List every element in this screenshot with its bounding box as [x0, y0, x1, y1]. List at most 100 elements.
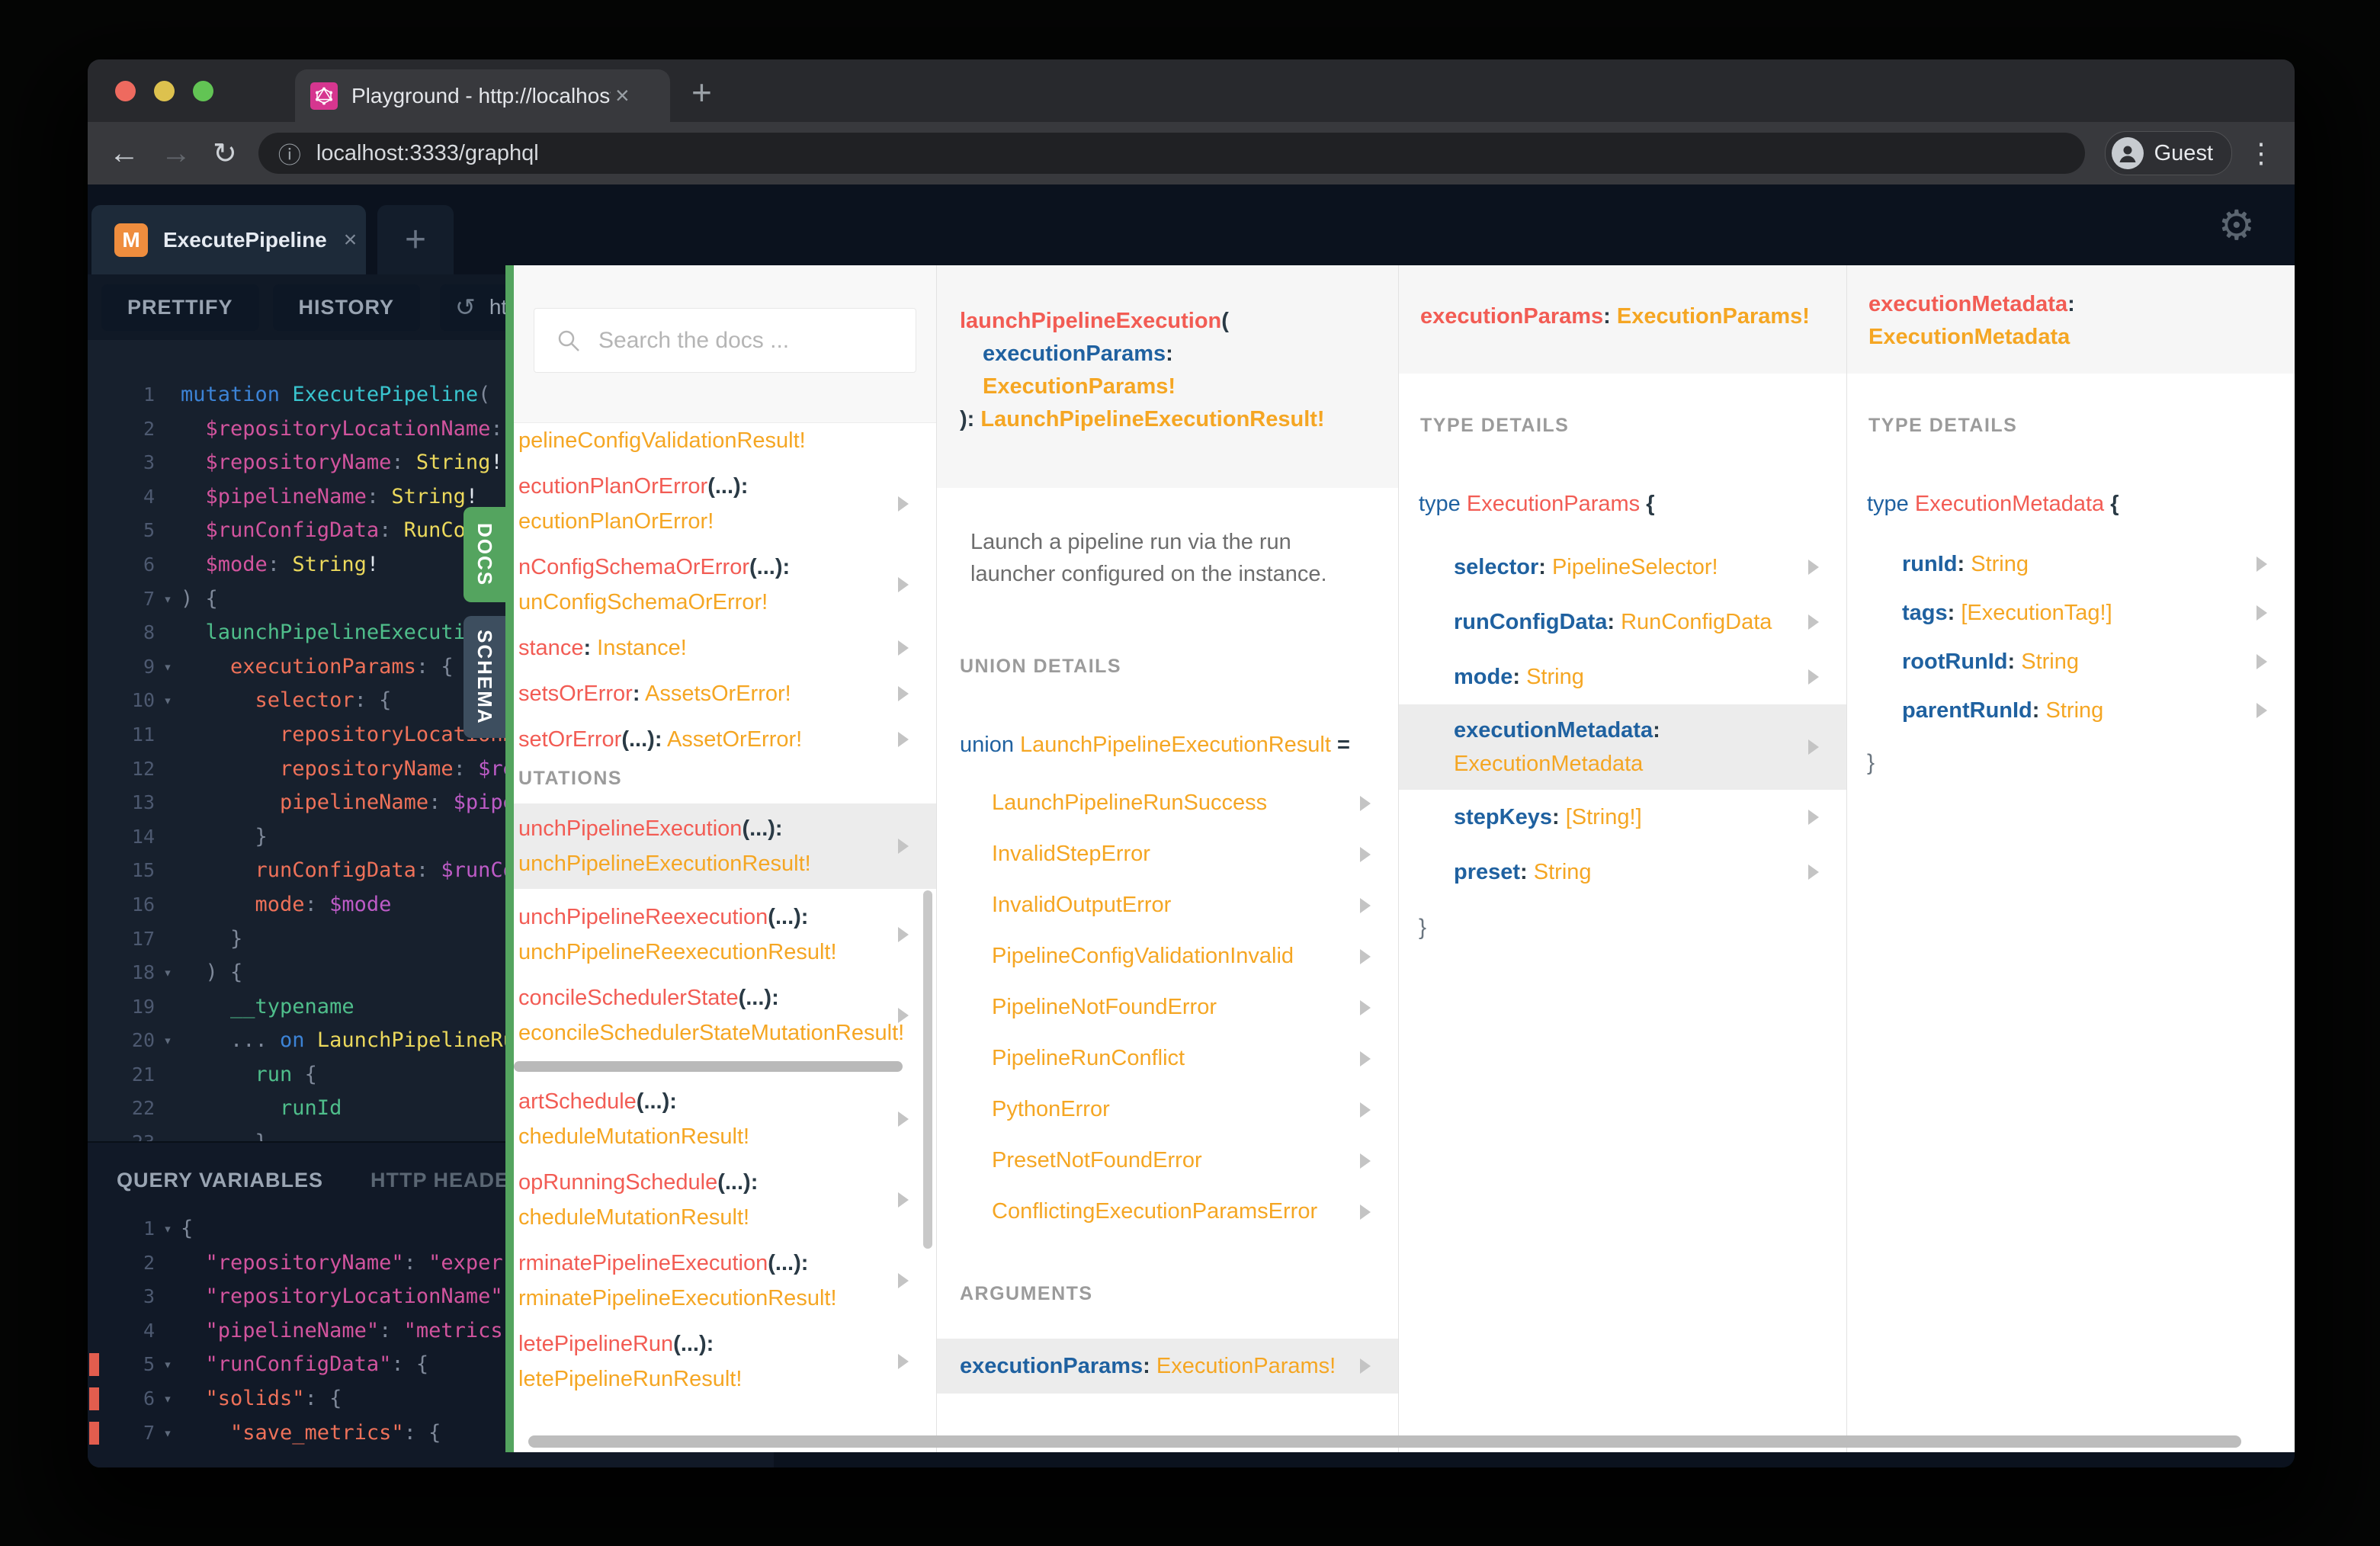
- type-field[interactable]: executionMetadata: ExecutionMetadata: [1399, 704, 1846, 790]
- type-declaration: type ExecutionParams {: [1419, 492, 1846, 517]
- prettify-button[interactable]: PRETTIFY: [101, 284, 259, 331]
- browser-tab[interactable]: Playground - http://localhost:3 ×: [295, 69, 670, 122]
- chevron-right-icon: [898, 1354, 909, 1369]
- union-member[interactable]: PythonError: [937, 1084, 1398, 1135]
- docs-item[interactable]: concileSchedulerState(...): econcileSched…: [514, 980, 936, 1050]
- url-bar[interactable]: ⓘ localhost:3333/graphql: [258, 133, 2085, 174]
- code-text: $pipelineName: String!: [181, 480, 479, 515]
- zoom-window-button[interactable]: [193, 81, 213, 101]
- type-field[interactable]: mode: String: [1399, 650, 1846, 704]
- union-member[interactable]: PipelineNotFoundError: [937, 982, 1398, 1033]
- code-token: (...):: [707, 474, 749, 499]
- docs-item-line: setOrError(...): AssetOrError!: [518, 722, 936, 757]
- docs-item[interactable]: unchPipelineExecution(...): unchPipelineE…: [514, 803, 936, 889]
- docs-item-line: rminatePipelineExecutionResult!: [518, 1281, 936, 1316]
- code-token: ExecutionParams!: [1610, 304, 1810, 329]
- site-info-icon[interactable]: ⓘ: [278, 136, 301, 170]
- type-field[interactable]: runId: String: [1847, 540, 2295, 589]
- browser-menu-icon[interactable]: ⋮: [2247, 137, 2275, 169]
- code-token: {: [1646, 492, 1655, 516]
- code-token: : {: [415, 654, 454, 678]
- field-signature-metadata: executionMetadata: ExecutionMetadata: [1847, 265, 2295, 374]
- docs-item[interactable]: letePipelineRun(...): letePipelineRunResu…: [514, 1326, 936, 1397]
- mutation-badge: M: [114, 223, 148, 257]
- forward-button[interactable]: →: [161, 136, 191, 171]
- fold-arrow-icon[interactable]: ▾: [155, 1024, 181, 1058]
- argument-row-selected[interactable]: executionParams: ExecutionParams!: [937, 1339, 1398, 1394]
- docs-item[interactable]: stance: Instance!: [514, 630, 936, 666]
- code-token: "save_metrics": [181, 1420, 404, 1445]
- fold-arrow-icon[interactable]: ▾: [155, 582, 181, 617]
- docs-item[interactable]: nConfigSchemaOrError(...): unConfigSchema…: [514, 550, 936, 620]
- schema-tab[interactable]: SCHEMA: [463, 616, 505, 738]
- union-member[interactable]: PresetNotFoundError: [937, 1135, 1398, 1186]
- docs-item[interactable]: ecutionPlanOrError(...): ecutionPlanOrErr…: [514, 469, 936, 539]
- settings-gear-icon[interactable]: ⚙: [2218, 201, 2255, 249]
- type-field[interactable]: tags: [ExecutionTag!]: [1847, 589, 2295, 637]
- back-button[interactable]: ←: [109, 136, 140, 171]
- type-field[interactable]: preset: String: [1399, 845, 1846, 900]
- playground-tab-close-icon[interactable]: ×: [344, 227, 358, 253]
- union-member[interactable]: LaunchPipelineRunSuccess: [937, 778, 1398, 829]
- type-field[interactable]: runConfigData: RunConfigData: [1399, 595, 1846, 650]
- new-tab-button[interactable]: +: [691, 75, 712, 110]
- docs-item[interactable]: rminatePipelineExecution(...): rminatePip…: [514, 1246, 936, 1316]
- code-token: cheduleMutationResult!: [518, 1124, 750, 1149]
- fold-arrow-icon[interactable]: ▾: [155, 1348, 181, 1382]
- union-member[interactable]: InvalidOutputError: [937, 880, 1398, 931]
- fold-arrow-icon[interactable]: ▾: [155, 1382, 181, 1416]
- type-field[interactable]: parentRunId: String: [1847, 686, 2295, 735]
- section-header: UTATIONS: [518, 768, 623, 789]
- docs-item[interactable]: unchPipelineReexecution(...): unchPipelin…: [514, 900, 936, 970]
- type-field[interactable]: selector: PipelineSelector!: [1399, 540, 1846, 595]
- argument-signature: executionParams: ExecutionParams!: [1399, 265, 1846, 374]
- docs-item[interactable]: artSchedule(...): cheduleMutationResult!: [514, 1084, 936, 1154]
- union-member[interactable]: PipelineRunConflict: [937, 1033, 1398, 1084]
- docs-vertical-scrollbar[interactable]: [923, 890, 932, 1249]
- docs-item[interactable]: pelineConfigValidationResult!: [514, 423, 936, 458]
- playground-tab-executepipeline[interactable]: M ExecutePipeline ×: [91, 205, 366, 274]
- docs-item[interactable]: setOrError(...): AssetOrError!: [514, 722, 936, 757]
- fold-arrow-icon[interactable]: ▾: [155, 650, 181, 685]
- line-number: 2: [143, 1251, 155, 1274]
- fold-arrow-icon[interactable]: ▾: [155, 1212, 181, 1246]
- code-token: [ExecutionTag!]: [1955, 601, 2112, 625]
- playground-new-tab-button[interactable]: +: [377, 205, 454, 274]
- minimize-window-button[interactable]: [154, 81, 175, 101]
- docs-item[interactable]: opRunningSchedule(...): cheduleMutationRe…: [514, 1165, 936, 1235]
- code-text: ) {: [181, 582, 218, 617]
- docs-horizontal-scrollbar[interactable]: [528, 1435, 2241, 1448]
- docs-search-input[interactable]: Search the docs ...: [534, 308, 916, 373]
- type-field[interactable]: rootRunId: String: [1847, 637, 2295, 686]
- fold-arrow-icon[interactable]: ▾: [155, 684, 181, 718]
- line-number: 3: [143, 451, 155, 474]
- code-token: $mode: [181, 552, 268, 576]
- code-token: econcileSchedulerStateMutationResult!: [518, 1021, 905, 1045]
- code-token: unConfigSchemaOrError!: [518, 590, 768, 614]
- profile-button[interactable]: Guest: [2104, 131, 2232, 175]
- type-details-header-2: TYPE DETAILS: [1868, 415, 2018, 436]
- signature-line: ): LaunchPipelineExecutionResult!: [960, 403, 1398, 436]
- docs-item[interactable]: setsOrError: AssetsOrError!: [514, 676, 936, 711]
- reload-button[interactable]: ↻: [213, 136, 237, 171]
- horizontal-scrollbar[interactable]: [514, 1061, 903, 1072]
- code-token: runId: [181, 1096, 342, 1121]
- union-member[interactable]: InvalidStepError: [937, 829, 1398, 880]
- union-member[interactable]: ConflictingExecutionParamsError: [937, 1186, 1398, 1237]
- fold-arrow-icon[interactable]: ▾: [155, 956, 181, 990]
- type-field[interactable]: stepKeys: [String!]: [1399, 790, 1846, 845]
- code-token: :: [379, 518, 392, 543]
- tab-close-icon[interactable]: ×: [615, 82, 630, 110]
- chevron-right-icon: [1808, 614, 1819, 630]
- chevron-right-icon: [1360, 795, 1371, 811]
- history-button[interactable]: HISTORY: [272, 284, 421, 331]
- union-member[interactable]: PipelineConfigValidationInvalid: [937, 931, 1398, 982]
- window-controls: [115, 81, 213, 101]
- query-variables-tab[interactable]: QUERY VARIABLES: [117, 1169, 323, 1192]
- close-window-button[interactable]: [115, 81, 136, 101]
- line-number: 16: [131, 893, 155, 916]
- line-number: 4: [143, 1319, 155, 1342]
- fold-arrow-icon[interactable]: ▾: [155, 1416, 181, 1451]
- docs-tab[interactable]: DOCS: [463, 507, 505, 602]
- chevron-right-icon: [898, 1273, 909, 1288]
